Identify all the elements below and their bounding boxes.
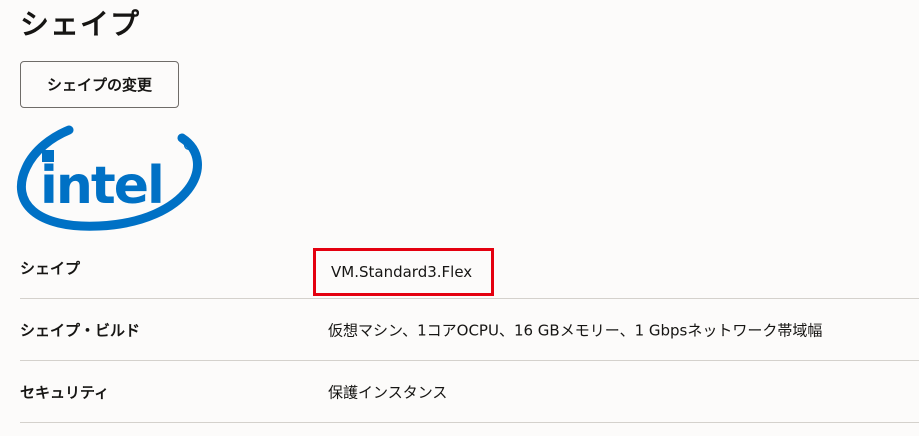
- shape-panel: シェイプ シェイプの変更 intel R シェイプ VM.Standard3.F…: [0, 0, 919, 436]
- detail-value-shape-build: 仮想マシン、1コアOCPU、16 GBメモリー、1 Gbpsネットワーク帯域幅: [328, 321, 823, 339]
- detail-label-shape: シェイプ: [20, 259, 81, 278]
- intel-wordmark: intel: [40, 156, 163, 216]
- intel-logo-icon: intel R: [16, 125, 202, 231]
- highlight-box: VM.Standard3.Flex: [313, 248, 494, 296]
- detail-row-shape-build: シェイプ・ビルド 仮想マシン、1コアOCPU、16 GBメモリー、1 Gbpsネ…: [20, 299, 919, 361]
- detail-label-shape-build: シェイプ・ビルド: [20, 321, 141, 339]
- detail-row-shape: シェイプ VM.Standard3.Flex: [20, 238, 919, 299]
- svg-text:R: R: [187, 143, 192, 150]
- detail-value-security: 保護インスタンス: [328, 383, 448, 401]
- detail-value-shape: VM.Standard3.Flex: [331, 263, 473, 281]
- detail-label-security: セキュリティ: [20, 383, 110, 401]
- change-shape-button[interactable]: シェイプの変更: [20, 61, 179, 108]
- shape-details-list: シェイプ VM.Standard3.Flex シェイプ・ビルド 仮想マシン、1コ…: [20, 238, 919, 423]
- section-title: シェイプ: [20, 7, 141, 41]
- intel-logo: intel R: [14, 110, 214, 235]
- detail-row-security: セキュリティ 保護インスタンス: [20, 361, 919, 423]
